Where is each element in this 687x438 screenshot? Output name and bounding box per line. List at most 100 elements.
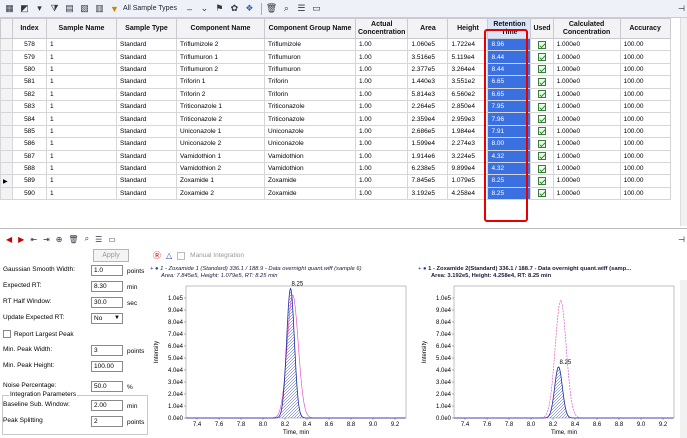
cell-actual-concentration[interactable]: 1.00 bbox=[354, 174, 409, 188]
cell-actual-concentration[interactable]: 1.00 bbox=[354, 99, 409, 114]
table-row[interactable]: 588 1 Standard Vamidothion 2 Vamidothion 1.00… bbox=[0, 161, 671, 176]
cell-sample-type[interactable]: Standard bbox=[116, 75, 177, 89]
row-header[interactable] bbox=[0, 137, 13, 151]
cell-sample-type[interactable]: Standard bbox=[116, 62, 177, 77]
cell-actual-concentration[interactable]: 1.00 bbox=[354, 137, 409, 151]
cell-sample-type[interactable]: Standard bbox=[116, 124, 177, 139]
column-header-used[interactable]: Used bbox=[530, 18, 554, 39]
cell-used[interactable] bbox=[530, 186, 554, 201]
integration-icon[interactable]: ⊕ bbox=[56, 235, 63, 244]
baseline-field[interactable]: 2.00 bbox=[91, 400, 123, 411]
cell-component-name[interactable]: Triticonazole 1 bbox=[176, 99, 265, 114]
splitting-field[interactable]: 2 bbox=[91, 416, 123, 427]
dropdown-arrow-icon[interactable]: ▾ bbox=[33, 2, 46, 15]
cell-index[interactable]: 582 bbox=[12, 87, 47, 101]
cell-accuracy[interactable]: 100.00 bbox=[619, 75, 671, 89]
cell-height[interactable]: 3.264e4 bbox=[447, 62, 489, 77]
cell-sample-name[interactable]: 1 bbox=[46, 75, 117, 89]
cell-accuracy[interactable]: 100.00 bbox=[619, 149, 671, 163]
column-header-index[interactable]: Index bbox=[12, 18, 47, 39]
cell-index[interactable]: 580 bbox=[12, 62, 47, 77]
cell-component-name[interactable]: Zoxamide 1 bbox=[176, 174, 265, 188]
filter-icon[interactable]: ⧩ bbox=[48, 2, 61, 15]
layout-icon[interactable]: ▭ bbox=[310, 2, 323, 15]
cell-actual-concentration[interactable]: 1.00 bbox=[354, 149, 409, 163]
cell-sample-name[interactable]: 1 bbox=[46, 87, 117, 101]
cell-component-name[interactable]: Triflumuron 1 bbox=[176, 50, 265, 64]
cell-area[interactable]: 1.599e4 bbox=[407, 137, 449, 151]
cell-index[interactable]: 584 bbox=[12, 112, 47, 126]
cell-actual-concentration[interactable]: 1.00 bbox=[354, 87, 409, 101]
row-header[interactable] bbox=[0, 186, 13, 201]
cell-sample-name[interactable]: 1 bbox=[46, 112, 117, 126]
flag-icon[interactable]: ⚑ bbox=[213, 2, 226, 15]
column-header-height[interactable]: Height bbox=[447, 18, 489, 39]
cell-sample-name[interactable]: 1 bbox=[46, 149, 117, 163]
row-header[interactable] bbox=[0, 50, 13, 64]
row-header[interactable] bbox=[0, 99, 13, 114]
cell-sample-name[interactable]: 1 bbox=[46, 137, 117, 151]
cell-area[interactable]: 1.440e3 bbox=[407, 75, 449, 89]
column-header-accuracy[interactable]: Accuracy bbox=[619, 18, 671, 39]
dash-icon[interactable]: – bbox=[183, 2, 196, 15]
delete-icon[interactable]: 🗑 bbox=[265, 2, 278, 15]
report-largest-checkbox[interactable] bbox=[3, 330, 11, 338]
cell-area[interactable]: 1.914e6 bbox=[407, 149, 449, 163]
cell-used[interactable] bbox=[530, 174, 554, 188]
cell-area[interactable]: 7.845e5 bbox=[407, 174, 449, 188]
cell-component-group[interactable]: Vamidothion bbox=[264, 149, 356, 163]
manual-integration-checkbox[interactable] bbox=[177, 251, 186, 260]
update-rt-select[interactable]: No ▼ bbox=[91, 313, 123, 324]
cell-component-name[interactable]: Triticonazole 2 bbox=[176, 112, 265, 126]
cell-height[interactable]: 2.274e3 bbox=[447, 137, 489, 151]
cell-calculated-concentration[interactable]: 1.000e0 bbox=[552, 174, 621, 188]
cell-height[interactable]: 1.984e4 bbox=[447, 124, 489, 139]
cell-area[interactable]: 2.359e4 bbox=[407, 112, 449, 126]
delete-peak-icon[interactable]: 🗑 bbox=[68, 235, 78, 244]
cell-sample-name[interactable]: 1 bbox=[46, 62, 117, 77]
cell-calculated-concentration[interactable]: 1.000e0 bbox=[552, 37, 621, 52]
row-header[interactable] bbox=[0, 37, 13, 52]
used-checkbox[interactable] bbox=[538, 189, 547, 198]
row-header[interactable] bbox=[0, 124, 13, 139]
cell-sample-type[interactable]: Standard bbox=[116, 112, 177, 126]
cell-accuracy[interactable]: 100.00 bbox=[619, 50, 671, 64]
table-scrollbar[interactable] bbox=[680, 18, 687, 226]
cell-area[interactable]: 2.264e5 bbox=[407, 99, 449, 114]
cell-height[interactable]: 9.899e4 bbox=[447, 161, 489, 176]
cell-accuracy[interactable]: 100.00 bbox=[619, 112, 671, 126]
table-row[interactable]: 580 1 Standard Triflumuron 2 Triflumuron 1.00… bbox=[0, 62, 671, 77]
cell-sample-type[interactable]: Standard bbox=[116, 186, 177, 201]
list-icon[interactable]: ☰ bbox=[295, 2, 308, 15]
cell-actual-concentration[interactable]: 1.00 bbox=[354, 75, 409, 89]
pane-splitter[interactable] bbox=[0, 228, 687, 229]
cell-accuracy[interactable]: 100.00 bbox=[619, 87, 671, 101]
row-header[interactable] bbox=[0, 149, 13, 163]
cell-used[interactable] bbox=[530, 161, 554, 176]
cell-index[interactable]: 587 bbox=[12, 149, 47, 163]
list-icon[interactable]: ☰ bbox=[95, 235, 102, 244]
cell-component-group[interactable]: Uniconazole bbox=[264, 124, 356, 139]
next-sample-icon[interactable]: ⇥ bbox=[43, 235, 50, 244]
cell-sample-type[interactable]: Standard bbox=[116, 137, 177, 151]
cell-index[interactable]: 588 bbox=[12, 161, 47, 176]
cell-component-name[interactable]: Triforin 1 bbox=[176, 75, 265, 89]
cell-calculated-concentration[interactable]: 1.000e0 bbox=[552, 161, 621, 176]
table-row[interactable]: 586 1 Standard Uniconazole 2 Uniconazole 1.00… bbox=[0, 137, 671, 151]
gear-flag-icon[interactable]: ✿ bbox=[228, 2, 241, 15]
sample-types-dropdown[interactable]: All Sample Types bbox=[123, 5, 177, 12]
used-checkbox[interactable] bbox=[538, 176, 547, 185]
cell-sample-type[interactable]: Standard bbox=[116, 161, 177, 176]
cell-calculated-concentration[interactable]: 1.000e0 bbox=[552, 149, 621, 163]
cell-used[interactable] bbox=[530, 50, 554, 64]
cell-component-group[interactable]: Uniconazole bbox=[264, 137, 356, 151]
baseline-icon[interactable]: △ bbox=[166, 251, 172, 260]
table-row[interactable]: 582 1 Standard Triforin 2 Triforin 1.00 5.814e… bbox=[0, 87, 671, 101]
peak-icon[interactable]: Ⓡ bbox=[153, 250, 161, 261]
table-row[interactable]: 587 1 Standard Vamidothion 1 Vamidothion 1.00… bbox=[0, 149, 671, 163]
cell-component-name[interactable]: Triflumizole 2 bbox=[176, 37, 265, 52]
cell-actual-concentration[interactable]: 1.00 bbox=[354, 124, 409, 139]
cell-used[interactable] bbox=[530, 137, 554, 151]
previous-arrow-icon[interactable]: ◀ bbox=[6, 235, 12, 244]
cell-accuracy[interactable]: 100.00 bbox=[619, 99, 671, 114]
